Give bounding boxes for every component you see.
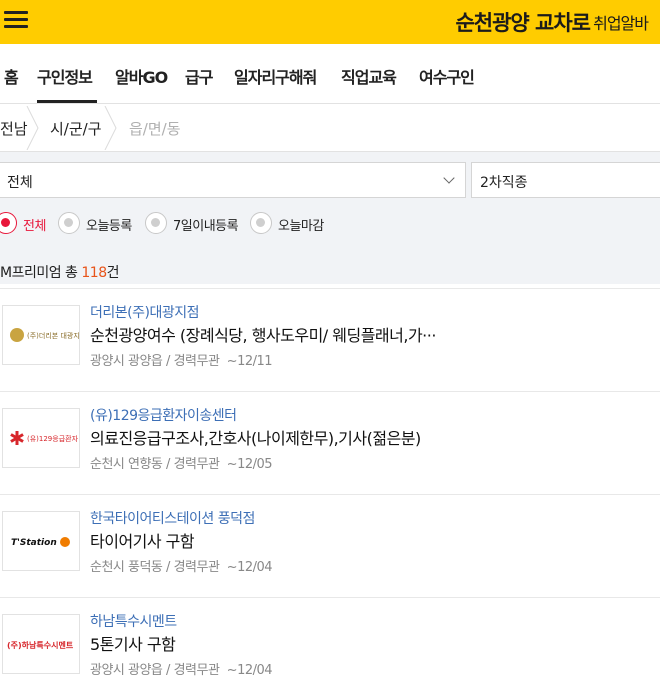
text-logo-icon: (주)하남특수시멘트 <box>7 640 74 650</box>
radio-selected-icon <box>0 212 17 234</box>
tab-urgent[interactable]: 급구 <box>185 64 213 88</box>
job-listing[interactable]: (유)129응급환자 이송센터 (유)129응급환자이송센터 의료진응급구조사,… <box>0 391 660 494</box>
job-meta: 광양시 광양읍 / 경력무관 ~12/11 <box>90 354 273 369</box>
job-career: 경력무관 <box>173 354 220 369</box>
subcategory-select[interactable]: 2차직종 <box>471 162 660 198</box>
job-title: 5톤기사 구함 <box>90 635 176 654</box>
job-listing[interactable]: (주)더리본 대광지점 더리본(주)대광지점 순천광양여수 (장례식당, 행사도… <box>0 288 660 391</box>
job-career: 경력무관 <box>173 560 220 575</box>
chevron-down-icon <box>443 172 455 184</box>
radio-label: 오늘등록 <box>86 219 132 234</box>
result-count-number: 118 <box>81 265 107 281</box>
company-name: 한국타이어티스테이션 풍덕점 <box>90 511 255 527</box>
svg-text:(주)더리본 대광지점: (주)더리본 대광지점 <box>27 331 79 340</box>
job-meta: 광양시 광양읍 / 경력무관 ~12/04 <box>90 663 273 678</box>
gold-circle-emblem-icon: (주)더리본 대광지점 <box>10 328 86 342</box>
company-logo: T'Station <box>2 511 80 571</box>
filter-panel: 전체 2차직종 전체 오늘등록 7일이내등록 오늘마감 M프리미엄 총 118건 <box>0 152 660 284</box>
tab-home[interactable]: 홈 <box>4 64 19 88</box>
svg-text:(주)하남특수시멘트: (주)하남특수시멘트 <box>7 640 74 650</box>
job-career: 경력무관 <box>173 663 220 678</box>
job-listing[interactable]: (주)하남특수시멘트 하남특수시멘트 5톤기사 구함 광양시 광양읍 / 경력무… <box>0 597 660 691</box>
company-logo: (주)하남특수시멘트 <box>2 614 80 674</box>
radio-icon <box>250 212 272 234</box>
job-title: 타이어기사 구함 <box>90 532 195 551</box>
radio-icon <box>58 212 80 234</box>
breadcrumb-chevron-icon <box>104 106 117 150</box>
site-logo-sub[interactable]: 취업알바 <box>593 10 649 34</box>
tab-alba-go[interactable]: 알바GO <box>115 64 168 88</box>
company-logo: (주)더리본 대광지점 <box>2 305 86 365</box>
site-logo[interactable]: 순천광양 교차로 <box>455 7 591 37</box>
company-name: 더리본(주)대광지점 <box>90 305 199 321</box>
job-deadline: ~12/05 <box>226 457 273 472</box>
company-logo: (유)129응급환자 이송센터 <box>2 408 106 468</box>
job-career: 경력무관 <box>173 457 220 472</box>
job-meta: 순천시 연향동 / 경력무관 ~12/05 <box>90 457 273 472</box>
top-header: 순천광양 교차로 취업알바 <box>0 0 660 44</box>
tab-job-info[interactable]: 구인정보 <box>37 64 93 88</box>
result-count-prefix: M프리미엄 총 <box>0 265 82 281</box>
orange-t-badge-icon: T'Station <box>11 537 70 548</box>
job-location: 순천시 연향동 <box>90 457 163 472</box>
subcategory-select-value: 2차직종 <box>480 175 528 191</box>
job-meta: 순천시 풍덕동 / 경력무관 ~12/04 <box>90 560 273 575</box>
radio-closing-today[interactable]: 오늘마감 <box>250 212 330 236</box>
radio-label: 오늘마감 <box>278 219 324 234</box>
menu-icon-bar <box>4 11 28 14</box>
radio-today[interactable]: 오늘등록 <box>58 212 138 236</box>
radio-all[interactable]: 전체 <box>0 212 47 236</box>
breadcrumb-city[interactable]: 시/군/구 <box>50 118 102 139</box>
company-name: (유)129응급환자이송센터 <box>90 408 237 424</box>
breadcrumb-chevron-icon <box>26 106 39 150</box>
menu-icon-bar <box>4 25 28 28</box>
job-location: 순천시 풍덕동 <box>90 560 163 575</box>
svg-text:T'Station: T'Station <box>11 538 57 548</box>
tab-job-training[interactable]: 직업교육 <box>341 64 397 88</box>
result-count-suffix: 건 <box>106 265 120 281</box>
main-nav: 홈 구인정보 알바GO 급구 일자리구해줘 직업교육 여수구인 <box>0 44 660 104</box>
radio-label: 7일이내등록 <box>173 219 239 234</box>
menu-icon[interactable] <box>4 10 28 30</box>
menu-icon-bar <box>4 18 28 21</box>
result-count: M프리미엄 총 118건 <box>0 262 120 282</box>
job-listing[interactable]: T'Station 한국타이어티스테이션 풍덕점 타이어기사 구함 순천시 풍덕… <box>0 494 660 597</box>
job-deadline: ~12/11 <box>226 354 273 369</box>
job-title: 순천광양여수 (장례식당, 행사도우미/ 웨딩플래너,가··· <box>90 326 436 345</box>
breadcrumb-province[interactable]: 전남 <box>0 118 28 139</box>
tab-find-me-job[interactable]: 일자리구해줘 <box>234 64 317 88</box>
job-location: 광양시 광양읍 <box>90 354 163 369</box>
job-location: 광양시 광양읍 <box>90 663 163 678</box>
job-title: 의료진응급구조사,간호사(나이제한무),기사(젊은분) <box>90 429 421 448</box>
job-deadline: ~12/04 <box>226 663 273 678</box>
red-star-of-life-icon: (유)129응급환자 이송센터 <box>10 431 106 445</box>
tab-yeosu-jobs[interactable]: 여수구인 <box>419 64 475 88</box>
category-select-value: 전체 <box>7 175 33 191</box>
region-breadcrumb: 전남 시/군/구 읍/면/동 <box>0 104 660 152</box>
category-select[interactable]: 전체 <box>0 162 466 198</box>
active-tab-indicator <box>37 100 97 103</box>
breadcrumb-town[interactable]: 읍/면/동 <box>129 118 181 139</box>
radio-within-7-days[interactable]: 7일이내등록 <box>145 212 245 236</box>
radio-label: 전체 <box>23 219 46 234</box>
job-deadline: ~12/04 <box>226 560 273 575</box>
company-name: 하남특수시멘트 <box>90 614 177 630</box>
svg-text:(유)129응급환자 이송센터: (유)129응급환자 이송센터 <box>27 434 79 443</box>
radio-icon <box>145 212 167 234</box>
